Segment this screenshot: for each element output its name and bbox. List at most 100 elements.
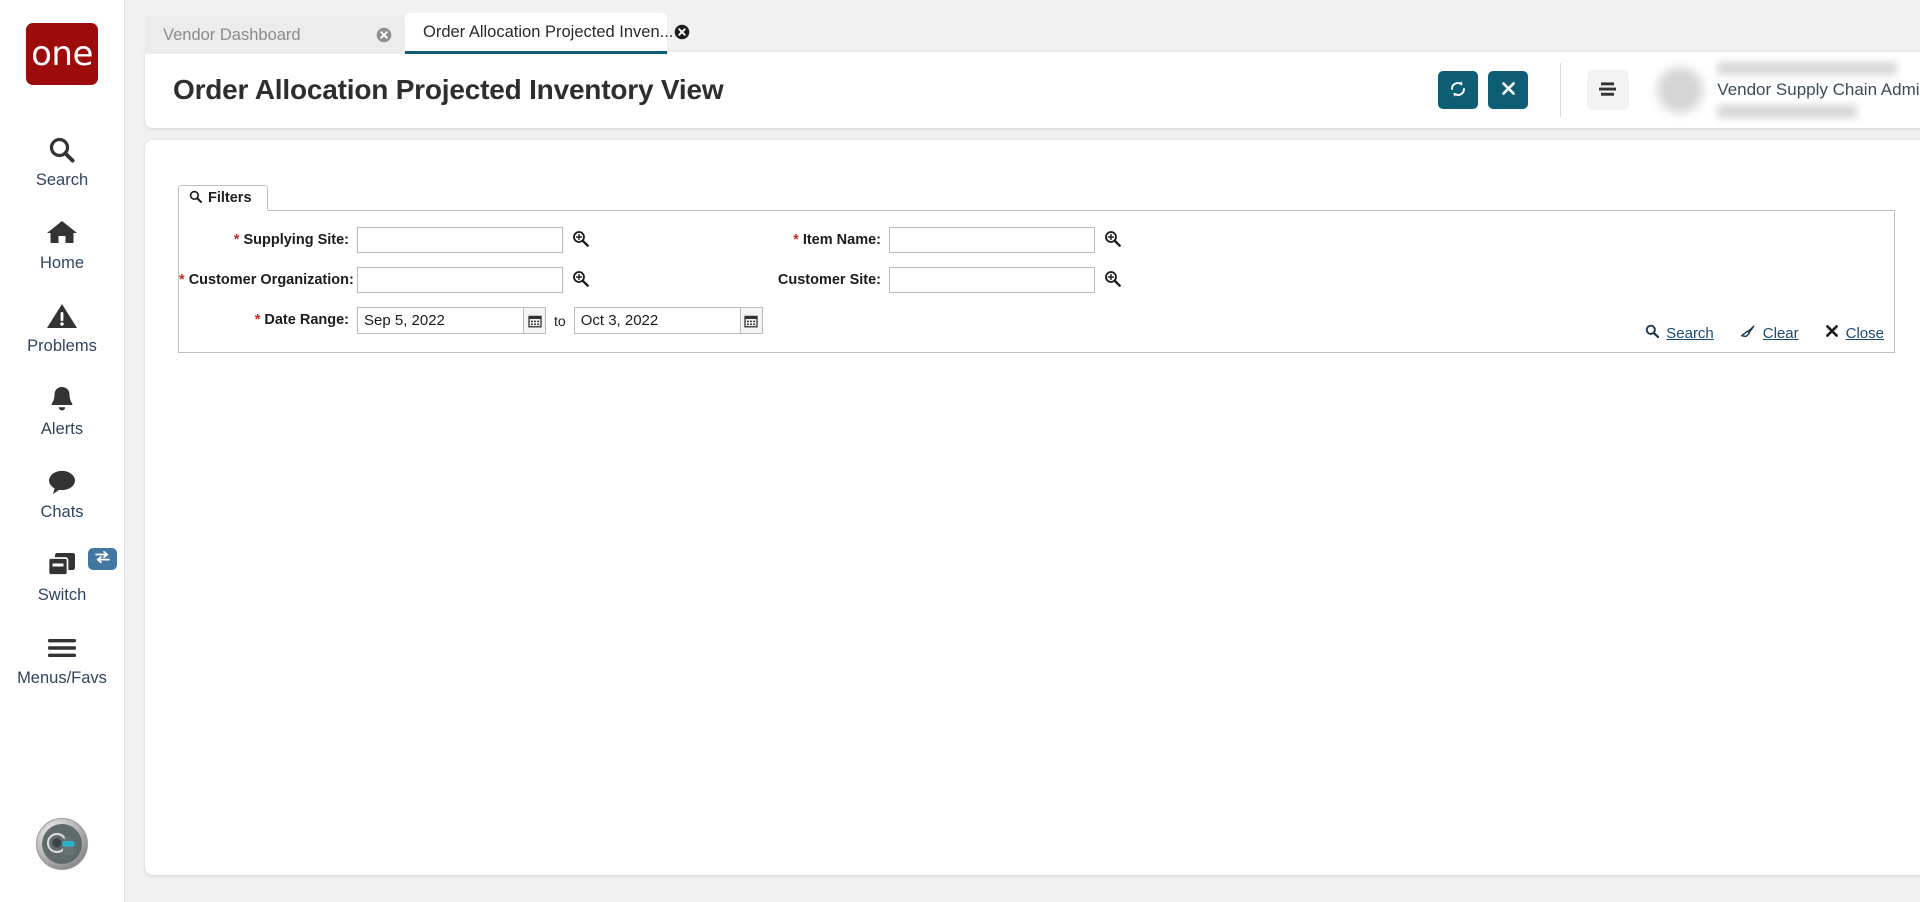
rail-item-search[interactable]: Search bbox=[0, 107, 125, 190]
application-root: one Search Home Problems Alerts Chats Sw… bbox=[0, 0, 1920, 902]
label-text: Item Name: bbox=[802, 232, 881, 248]
page-menu-button[interactable] bbox=[1587, 70, 1630, 110]
hamburger-icon bbox=[46, 629, 78, 667]
magnifier-plus-icon[interactable] bbox=[572, 230, 589, 247]
supplying-site-label: * Supplying Site: bbox=[179, 227, 349, 248]
close-x-icon bbox=[1500, 80, 1517, 100]
close-circle-icon[interactable] bbox=[673, 24, 690, 41]
user-role-label: Vendor Supply Chain Admin bbox=[1717, 80, 1920, 99]
page-header-card: Order Allocation Projected Inventory Vie… bbox=[145, 52, 1920, 128]
filter-row-3: * Date Range: to bbox=[179, 307, 1894, 341]
bell-icon bbox=[47, 380, 77, 418]
main-stage: Vendor Dashboard Order Allocation Projec… bbox=[125, 0, 1920, 902]
chat-bubble-icon bbox=[46, 463, 78, 501]
rail-item-menus-favs[interactable]: Menus/Favs bbox=[0, 605, 125, 688]
search-icon bbox=[47, 131, 77, 169]
date-range-to-input[interactable] bbox=[573, 307, 741, 334]
close-circle-icon[interactable] bbox=[375, 27, 392, 44]
rail-item-label: Search bbox=[35, 171, 89, 189]
filters-form: * Supplying Site: * Item Name: * Custome… bbox=[178, 211, 1895, 353]
clear-action-label: Clear bbox=[1762, 324, 1799, 342]
rail-item-switch[interactable]: Switch bbox=[0, 522, 125, 605]
logo-text: one bbox=[31, 34, 93, 74]
item-name-input[interactable] bbox=[889, 227, 1095, 253]
item-name-label: * Item Name: bbox=[703, 227, 881, 248]
filters-tab-label: Filters bbox=[208, 190, 252, 206]
header-actions: Vendor Supply Chain Admin bbox=[1428, 52, 1920, 128]
filters-tab-strip: Filters bbox=[178, 185, 1895, 211]
rail-item-label: Menus/Favs bbox=[17, 669, 107, 687]
eraser-icon bbox=[1740, 324, 1756, 342]
left-navigation-rail: one Search Home Problems Alerts Chats Sw… bbox=[0, 0, 125, 902]
customer-site-label: Customer Site: bbox=[703, 267, 881, 288]
rail-item-problems[interactable]: Problems bbox=[0, 273, 125, 356]
label-text: Customer Site: bbox=[777, 272, 881, 288]
field-supplying-site: * Supplying Site: bbox=[179, 227, 589, 253]
customer-site-input[interactable] bbox=[889, 267, 1095, 293]
rail-item-label: Home bbox=[39, 254, 84, 272]
magnifier-plus-icon[interactable] bbox=[572, 270, 589, 287]
user-avatar-icon[interactable] bbox=[36, 818, 88, 870]
page-title: Order Allocation Projected Inventory Vie… bbox=[173, 74, 724, 105]
calendar-icon[interactable] bbox=[740, 307, 763, 334]
switch-windows-icon bbox=[45, 546, 79, 584]
rail-item-label: Alerts bbox=[40, 420, 84, 438]
required-marker: * bbox=[254, 312, 261, 328]
label-text: Date Range: bbox=[264, 312, 349, 328]
search-icon bbox=[189, 190, 203, 207]
rail-item-chats[interactable]: Chats bbox=[0, 439, 125, 522]
filters-panel: Filters * Supplying Site: * Item Name: *… bbox=[178, 185, 1895, 353]
header-divider bbox=[1560, 63, 1562, 117]
required-marker: * bbox=[793, 232, 799, 248]
field-date-range: * Date Range: to bbox=[179, 307, 763, 334]
tab-order-allocation-projected-inventory[interactable]: Order Allocation Projected Inven... bbox=[405, 13, 690, 54]
search-action[interactable]: Search bbox=[1645, 324, 1714, 342]
calendar-icon[interactable] bbox=[524, 307, 546, 334]
search-icon bbox=[1645, 324, 1660, 342]
user-details: Vendor Supply Chain Admin bbox=[1717, 59, 1920, 121]
rail-item-label: Problems bbox=[27, 337, 97, 355]
close-page-button[interactable] bbox=[1488, 71, 1529, 109]
tab-label: Order Allocation Projected Inven... bbox=[423, 22, 674, 41]
list-menu-icon bbox=[1597, 80, 1619, 101]
refresh-icon bbox=[1448, 79, 1468, 102]
switch-context-badge[interactable] bbox=[87, 548, 117, 570]
home-icon bbox=[46, 214, 78, 252]
clear-action[interactable]: Clear bbox=[1740, 324, 1799, 342]
customer-organization-input[interactable] bbox=[357, 267, 563, 293]
rail-item-alerts[interactable]: Alerts bbox=[0, 356, 125, 439]
magnifier-plus-icon[interactable] bbox=[1104, 230, 1121, 247]
field-customer-organization: * Customer Organization: bbox=[179, 267, 589, 293]
close-action[interactable]: Close bbox=[1825, 324, 1884, 342]
rail-item-home[interactable]: Home bbox=[0, 190, 125, 273]
rail-item-label: Chats bbox=[40, 503, 84, 521]
search-action-label: Search bbox=[1666, 324, 1714, 342]
tab-label: Vendor Dashboard bbox=[163, 25, 301, 44]
field-item-name: * Item Name: bbox=[703, 227, 1121, 253]
exchange-arrows-icon bbox=[94, 550, 111, 569]
rail-item-label: Switch bbox=[37, 586, 87, 604]
browser-tab-bar: Vendor Dashboard Order Allocation Projec… bbox=[145, 13, 690, 54]
page-content-card: Filters * Supplying Site: * Item Name: *… bbox=[145, 140, 1920, 875]
label-text: Supplying Site: bbox=[243, 232, 349, 248]
close-x-icon bbox=[1825, 324, 1839, 342]
magnifier-plus-icon[interactable] bbox=[1104, 270, 1121, 287]
user-name-redacted bbox=[1717, 62, 1898, 75]
required-marker: * bbox=[179, 272, 185, 288]
tab-filters[interactable]: Filters bbox=[178, 185, 268, 211]
refresh-button[interactable] bbox=[1438, 71, 1479, 109]
label-text: Customer Organization: bbox=[188, 272, 354, 288]
one-network-logo[interactable]: one bbox=[26, 23, 98, 85]
field-customer-site: Customer Site: bbox=[703, 267, 1121, 293]
filter-actions: Search Clear Close bbox=[1645, 324, 1884, 342]
supplying-site-input[interactable] bbox=[357, 227, 563, 253]
tab-vendor-dashboard[interactable]: Vendor Dashboard bbox=[145, 16, 405, 54]
customer-organization-label: * Customer Organization: bbox=[179, 267, 354, 288]
date-range-from-input[interactable] bbox=[357, 307, 524, 334]
close-action-label: Close bbox=[1845, 324, 1884, 342]
warning-triangle-icon bbox=[46, 297, 78, 335]
user-account-block[interactable]: Vendor Supply Chain Admin bbox=[1657, 58, 1920, 122]
date-range-label: * Date Range: bbox=[179, 307, 349, 328]
filter-row-1: * Supplying Site: * Item Name: bbox=[179, 227, 1894, 261]
user-organization-redacted bbox=[1717, 105, 1858, 118]
